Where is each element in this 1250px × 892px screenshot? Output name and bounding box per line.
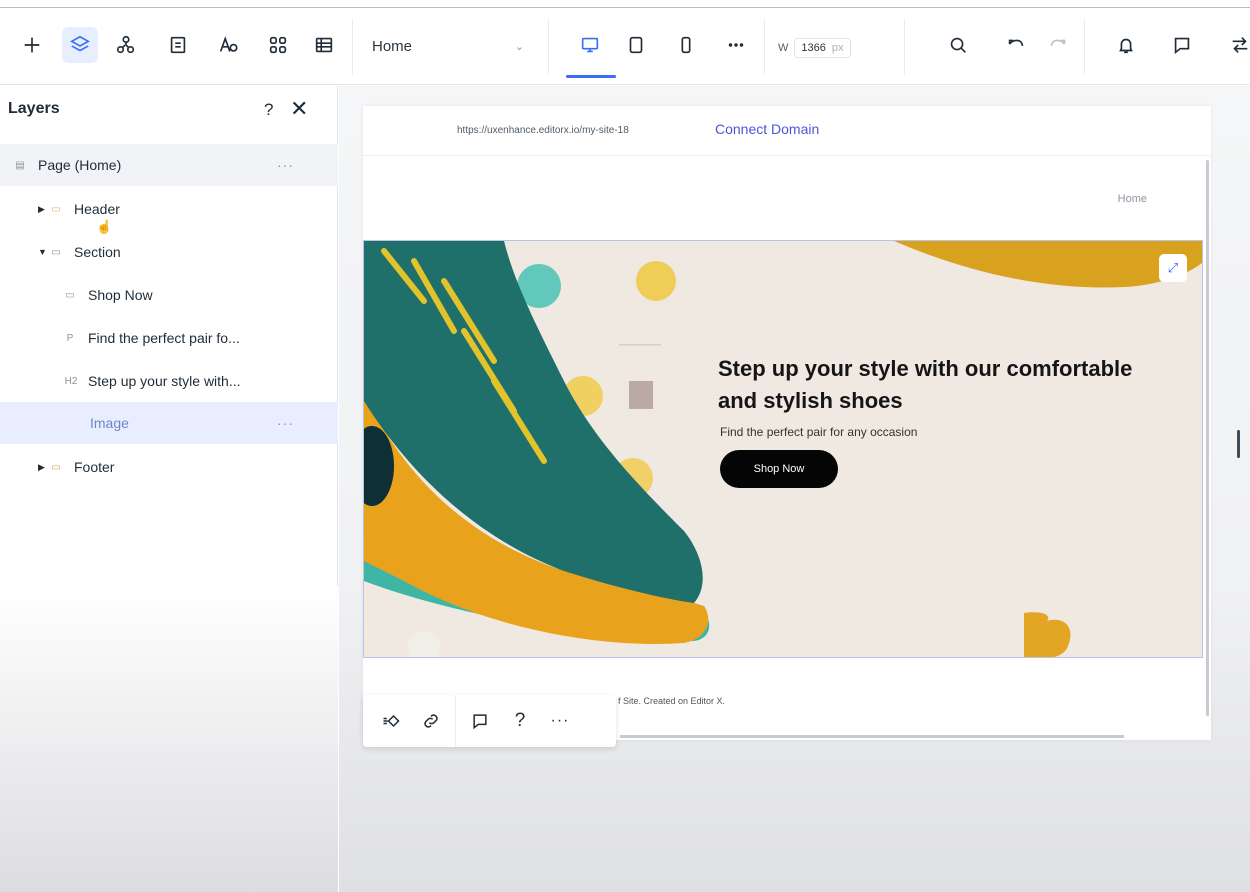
help-icon[interactable]: ? <box>500 701 540 741</box>
comments-icon[interactable] <box>1164 27 1200 63</box>
zoom-icon[interactable] <box>940 27 976 63</box>
active-device-indicator <box>566 75 616 78</box>
tablet-view-icon[interactable] <box>618 27 654 63</box>
width-unit: px <box>831 42 844 54</box>
width-value-box[interactable]: 1366 px <box>794 38 851 58</box>
theme-icon[interactable] <box>210 27 246 63</box>
url-bar: https://uxenhance.editorx.io/my-site-18 … <box>363 106 1211 156</box>
toolbar-divider <box>455 695 456 747</box>
site-preview[interactable]: https://uxenhance.editorx.io/my-site-18 … <box>363 106 1211 740</box>
layer-label: Step up your style with... <box>88 373 241 389</box>
link-icon[interactable] <box>411 701 451 741</box>
hero-section[interactable]: Step up your style with our comfortable … <box>363 240 1203 658</box>
more-options-icon[interactable]: ··· <box>277 415 294 431</box>
undo-icon[interactable] <box>998 27 1034 63</box>
more-breakpoints-icon[interactable] <box>718 27 754 63</box>
pages-icon[interactable] <box>160 27 196 63</box>
layer-shop-now[interactable]: ▭ Shop Now <box>0 274 338 316</box>
heading-prefix: H2 <box>64 375 78 387</box>
layer-paragraph[interactable]: P Find the perfect pair fo... <box>0 317 338 359</box>
toolbar-divider <box>1084 19 1085 75</box>
site-url: https://uxenhance.editorx.io/my-site-18 <box>457 125 629 136</box>
width-label: W <box>778 42 789 54</box>
page-icon: ▤ <box>15 159 25 171</box>
hand-cursor-icon: ☝ <box>96 219 113 234</box>
switch-icon[interactable] <box>1222 27 1250 63</box>
layers-icon[interactable] <box>62 27 98 63</box>
layer-label: Shop Now <box>88 287 153 303</box>
redo-icon[interactable] <box>1040 27 1076 63</box>
width-value: 1366 <box>801 42 826 54</box>
layer-label: Header <box>74 201 120 217</box>
panel-fade <box>0 586 338 892</box>
site-header[interactable]: Home <box>363 158 1205 240</box>
help-button[interactable]: ? <box>264 100 273 120</box>
mobile-view-icon[interactable] <box>668 27 704 63</box>
page-selector-label: Home <box>372 37 413 55</box>
hero-subtitle[interactable]: Find the perfect pair for any occasion <box>720 425 917 439</box>
toolbar-divider <box>352 19 353 75</box>
toolbar-divider <box>548 19 549 75</box>
animation-icon[interactable] <box>371 701 411 741</box>
button-icon: ▭ <box>65 289 75 301</box>
layers-panel: Layers ? ✕ ▤ Page (Home) ··· ▶ ▭ Header … <box>0 86 338 892</box>
layer-label: Section <box>74 244 121 260</box>
layer-image[interactable]: Image ··· <box>0 402 338 444</box>
notifications-icon[interactable] <box>1108 27 1144 63</box>
more-options-icon[interactable]: ··· <box>277 157 294 173</box>
connect-domain-link[interactable]: Connect Domain <box>715 121 819 137</box>
layer-label: Footer <box>74 459 115 475</box>
header-icon: ▭ <box>51 203 61 215</box>
layer-label: Find the perfect pair fo... <box>88 330 240 346</box>
yellow-disc <box>636 261 676 301</box>
close-button[interactable]: ✕ <box>290 96 308 122</box>
site-scrollbar[interactable] <box>1206 160 1209 716</box>
toolbar-divider <box>904 19 905 75</box>
cms-icon[interactable] <box>306 27 342 63</box>
expand-arrow-icon[interactable]: ▶ <box>38 204 48 215</box>
small-line <box>619 344 661 346</box>
page-selector[interactable]: Home ⌄ <box>372 33 532 59</box>
layer-heading[interactable]: H2 Step up your style with... <box>0 360 338 402</box>
nav-home-link[interactable]: Home <box>1118 193 1147 205</box>
layer-label: Image <box>90 415 129 431</box>
canvas-scrollbar[interactable] <box>1237 430 1240 458</box>
gold-blob <box>894 241 1202 288</box>
footer-text[interactable]: f Site. Created on Editor X. <box>618 696 725 706</box>
layer-footer[interactable]: ▶ ▭ Footer <box>0 446 338 488</box>
paragraph-prefix: P <box>66 332 74 344</box>
desktop-view-icon[interactable] <box>572 27 608 63</box>
layers-panel-title: Layers <box>8 100 60 117</box>
footer-icon: ▭ <box>51 461 61 473</box>
apps-icon[interactable] <box>260 27 296 63</box>
add-icon[interactable] <box>14 27 50 63</box>
toolbar-divider <box>764 19 765 75</box>
element-floating-toolbar: ? ··· <box>363 695 616 747</box>
canvas-width-field[interactable]: W 1366 px <box>778 35 888 61</box>
site-structure-icon[interactable] <box>108 27 144 63</box>
window-top-strip <box>0 0 1250 8</box>
shop-now-button[interactable]: Shop Now <box>720 450 838 488</box>
gold-curl <box>1024 612 1071 657</box>
expand-arrow-icon[interactable]: ▶ <box>38 462 48 473</box>
collapse-arrow-icon[interactable]: ▼ <box>38 247 48 257</box>
white-disc <box>408 631 440 657</box>
more-actions-icon[interactable]: ··· <box>540 701 580 741</box>
layer-page-home[interactable]: ▤ Page (Home) ··· <box>0 144 338 186</box>
horizontal-scrollbar[interactable] <box>620 735 1124 738</box>
small-card <box>629 381 653 409</box>
comment-icon[interactable] <box>460 701 500 741</box>
layer-header[interactable]: ▶ ▭ Header <box>0 188 338 230</box>
chevron-down-icon: ⌄ <box>514 40 524 53</box>
section-icon: ▭ <box>51 246 61 258</box>
layer-label: Page (Home) <box>38 157 122 173</box>
hero-headline[interactable]: Step up your style with our comfortable … <box>718 353 1138 417</box>
layer-section[interactable]: ▼ ▭ Section <box>0 231 338 273</box>
expand-icon[interactable]: ⤢ <box>1159 254 1187 282</box>
editor-toolbar: Home ⌄ W 1366 px <box>0 9 1250 85</box>
